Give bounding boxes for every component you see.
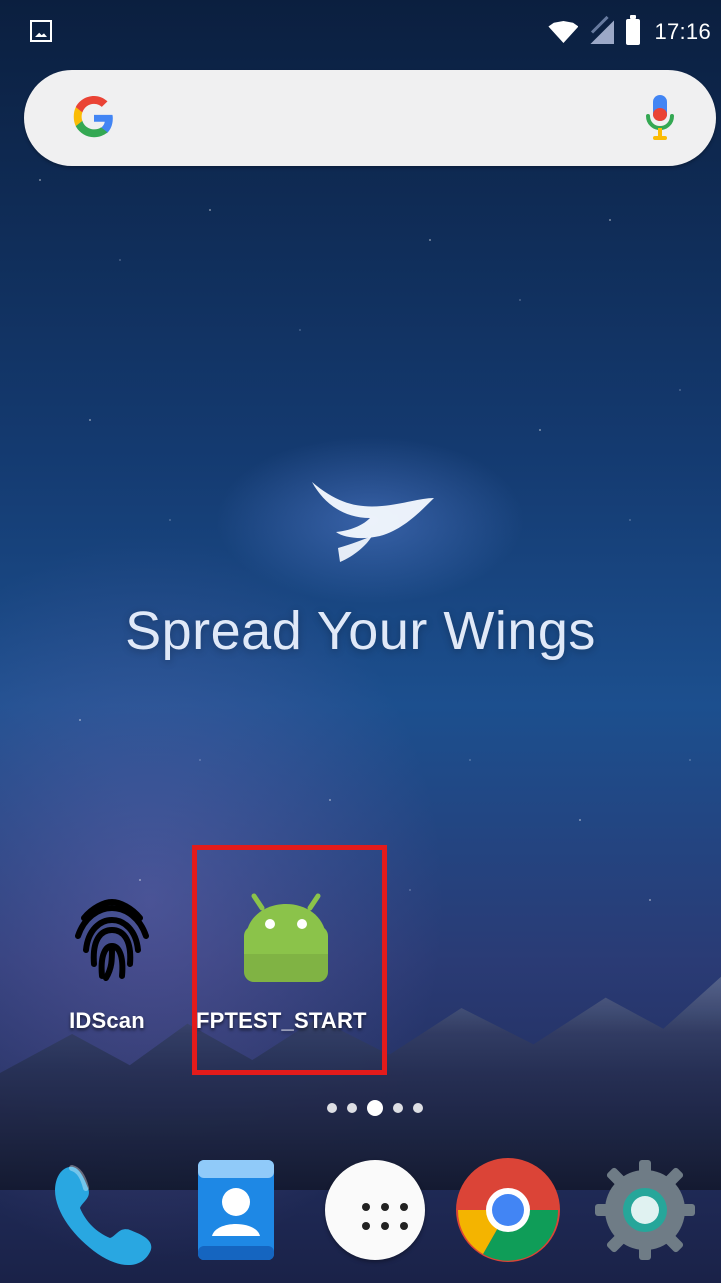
contacts-icon [198, 1160, 274, 1260]
settings-icon [595, 1160, 695, 1260]
status-time: 17:16 [654, 19, 711, 44]
status-icons: 17:16 [548, 14, 711, 50]
chrome-icon [456, 1158, 560, 1262]
dock-settings[interactable] [585, 1150, 705, 1270]
signal-icon [590, 20, 614, 44]
app-drawer-grid [361, 1200, 409, 1232]
microphone-icon[interactable] [642, 92, 678, 144]
app-label: IDScan [69, 1008, 145, 1033]
wallpaper-tagline: Spread Your Wings [125, 601, 596, 661]
dock-app-drawer[interactable] [315, 1150, 435, 1270]
dock-phone[interactable] [38, 1150, 158, 1270]
dock-contacts[interactable] [176, 1150, 296, 1270]
gallery-notification-icon [30, 20, 52, 42]
wifi-icon [548, 21, 578, 43]
page-dot [393, 1103, 403, 1113]
page-indicator [315, 1098, 435, 1118]
phone-icon [55, 1165, 152, 1266]
battery-icon [626, 15, 641, 45]
page-dot [347, 1103, 357, 1113]
app-drawer-icon [325, 1160, 425, 1260]
google-search-bar[interactable] [24, 70, 716, 166]
google-g-icon [73, 96, 113, 138]
dock-chrome[interactable] [448, 1150, 568, 1270]
page-dot [413, 1103, 423, 1113]
bird-logo-icon [312, 482, 434, 562]
status-bar: 17:16 [0, 0, 721, 60]
fingerprint-icon [75, 898, 149, 981]
page-dot [327, 1103, 337, 1113]
dock [0, 1145, 721, 1283]
highlight-box [192, 845, 387, 1075]
page-dot-active [367, 1100, 383, 1116]
home-screen: 17:16 Spread Your Wings IDScan FPTEST_ST… [0, 0, 721, 1283]
